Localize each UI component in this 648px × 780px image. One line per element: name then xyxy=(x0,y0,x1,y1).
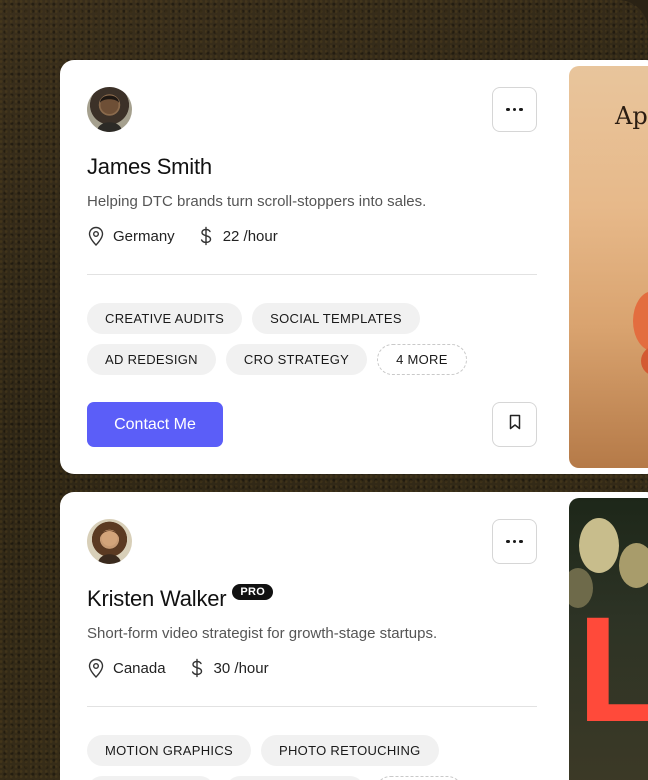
more-dot xyxy=(519,539,523,544)
portfolio-preview[interactable]: LO xyxy=(569,498,648,780)
name-row: James Smith xyxy=(87,154,212,180)
hourly-rate: 22 /hour xyxy=(197,226,278,246)
profile-meta: Canada 30 /hour xyxy=(87,658,291,678)
profile-card: James Smith Helping DTC brands turn scro… xyxy=(60,60,648,474)
location: Germany xyxy=(87,226,175,246)
skill-tag[interactable]: AD REDESIGN xyxy=(87,344,216,375)
divider xyxy=(87,274,537,275)
preview-shape xyxy=(633,291,648,351)
contact-button[interactable]: Contact Me xyxy=(87,402,223,447)
more-skills-tag[interactable]: 4 MORE xyxy=(377,344,467,375)
preview-text: Ap xyxy=(615,102,648,130)
location-text: Germany xyxy=(113,227,175,245)
page-background: James Smith Helping DTC brands turn scro… xyxy=(0,0,648,780)
preview-text: LO xyxy=(577,585,648,753)
skill-tag[interactable]: CRO STRATEGY xyxy=(225,344,368,375)
location-text: Canada xyxy=(113,659,166,677)
map-pin-icon xyxy=(87,226,105,246)
map-pin-icon xyxy=(87,658,105,678)
profile-name: James Smith xyxy=(87,154,212,179)
profile-tagline: Short-form video strategist for growth-s… xyxy=(87,625,438,642)
dollar-icon xyxy=(188,658,206,678)
skill-tag[interactable]: MOTION GRAPHICS xyxy=(87,735,252,766)
skill-tag-partial[interactable] xyxy=(225,776,365,780)
more-horizontal-icon xyxy=(506,539,510,544)
location: Canada xyxy=(87,658,166,678)
skill-tags: CREATIVE AUDITS SOCIAL TEMPLATES AD REDE… xyxy=(87,303,547,385)
hourly-rate: 30 /hour xyxy=(188,658,269,678)
preview-shape xyxy=(619,543,648,588)
profile-card: Kristen Walker PRO Short-form video stra… xyxy=(60,492,648,780)
rate-text: 30 /hour xyxy=(213,659,269,677)
more-horizontal-icon xyxy=(506,107,510,112)
bookmark-button[interactable] xyxy=(492,402,537,447)
skill-tags: MOTION GRAPHICS PHOTO RETOUCHING xyxy=(87,735,547,780)
more-dot xyxy=(512,539,517,544)
pro-badge: PRO xyxy=(232,584,274,600)
skill-tag[interactable]: CREATIVE AUDITS xyxy=(87,303,243,334)
profile-name: Kristen Walker xyxy=(87,586,227,611)
portfolio-preview[interactable]: Ap xyxy=(569,66,648,468)
divider xyxy=(87,706,537,707)
bookmark-icon xyxy=(508,414,522,435)
more-options-button[interactable] xyxy=(492,519,537,564)
profile-meta: Germany 22 /hour xyxy=(87,226,300,246)
skill-tag-partial[interactable] xyxy=(87,776,215,780)
rate-text: 22 /hour xyxy=(222,227,278,245)
avatar xyxy=(87,519,132,564)
avatar xyxy=(87,87,132,132)
more-dot xyxy=(519,107,523,112)
skill-tag[interactable]: PHOTO RETOUCHING xyxy=(261,735,439,766)
preview-shape xyxy=(641,346,648,376)
name-row: Kristen Walker PRO xyxy=(87,584,274,612)
more-options-button[interactable] xyxy=(492,87,537,132)
more-skills-tag-partial[interactable] xyxy=(375,776,463,780)
dollar-icon xyxy=(197,226,215,246)
profile-tagline: Helping DTC brands turn scroll-stoppers … xyxy=(87,193,427,210)
preview-shape xyxy=(579,518,619,573)
skill-tag[interactable]: SOCIAL TEMPLATES xyxy=(252,303,420,334)
more-dot xyxy=(512,107,517,112)
